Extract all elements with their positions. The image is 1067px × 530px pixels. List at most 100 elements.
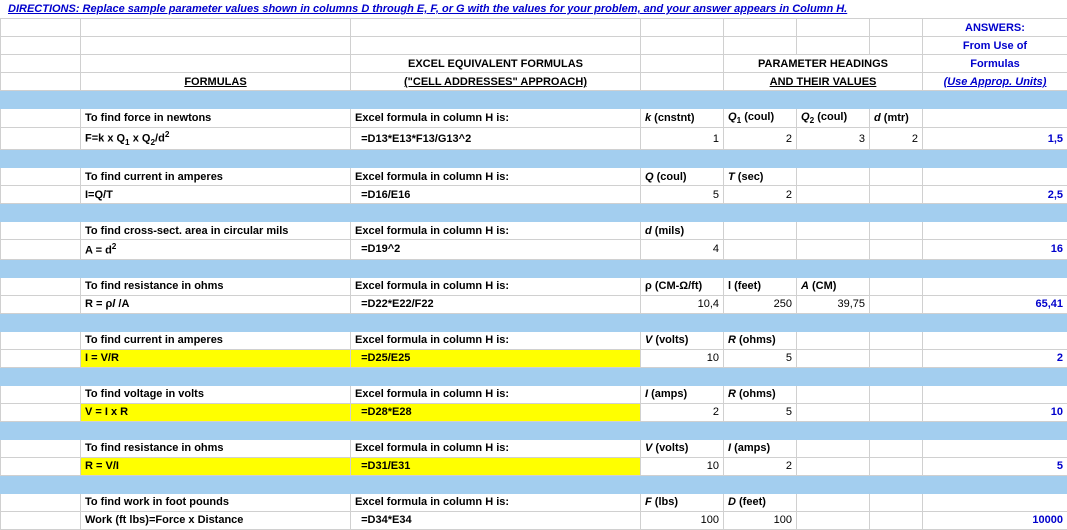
header-row-2: From Use of bbox=[1, 37, 1067, 55]
answers-header-3: Formulas bbox=[923, 55, 1067, 73]
section-value-row: A = d2 =D19^2416 bbox=[1, 240, 1067, 260]
header-row-1: ANSWERS: bbox=[1, 19, 1067, 37]
section-label-row: To find voltage in voltsExcel formula in… bbox=[1, 385, 1067, 403]
excel-formula-cell: =D34*E34 bbox=[351, 511, 641, 529]
value-g[interactable] bbox=[870, 240, 923, 260]
value-d[interactable]: 2 bbox=[641, 403, 724, 421]
value-d[interactable]: 10,4 bbox=[641, 295, 724, 313]
formula-table: ANSWERS: From Use of EXCEL EQUIVALENT FO… bbox=[0, 18, 1067, 530]
section-value-row: V = I x R =D28*E282510 bbox=[1, 403, 1067, 421]
section-value-row: I=Q/T =D16/E16522,5 bbox=[1, 186, 1067, 204]
answers-header-2: From Use of bbox=[923, 37, 1067, 55]
param-label-f bbox=[797, 331, 870, 349]
value-g[interactable] bbox=[870, 349, 923, 367]
value-e[interactable]: 250 bbox=[724, 295, 797, 313]
param-label-g bbox=[870, 331, 923, 349]
param-label-d: V (volts) bbox=[641, 331, 724, 349]
excel-label-cell: Excel formula in column H is: bbox=[351, 331, 641, 349]
description-cell: To find cross-sect. area in circular mil… bbox=[81, 222, 351, 240]
value-d[interactable]: 10 bbox=[641, 457, 724, 475]
value-d[interactable]: 4 bbox=[641, 240, 724, 260]
value-e[interactable]: 2 bbox=[724, 457, 797, 475]
param-label-g bbox=[870, 493, 923, 511]
value-g[interactable] bbox=[870, 295, 923, 313]
value-e[interactable]: 100 bbox=[724, 511, 797, 529]
directions-label: DIRECTIONS: bbox=[8, 3, 80, 15]
param-label-d: F (lbs) bbox=[641, 493, 724, 511]
header-row-3: EXCEL EQUIVALENT FORMULAS PARAMETER HEAD… bbox=[1, 55, 1067, 73]
section-value-row: I = V/R =D25/E251052 bbox=[1, 349, 1067, 367]
formula-cell: Work (ft lbs)=Force x Distance bbox=[81, 511, 351, 529]
value-f[interactable] bbox=[797, 186, 870, 204]
value-f[interactable]: 3 bbox=[797, 128, 870, 150]
value-e[interactable]: 5 bbox=[724, 403, 797, 421]
param-label-e: I (amps) bbox=[724, 439, 797, 457]
value-g[interactable] bbox=[870, 403, 923, 421]
formula-cell: R = V/I bbox=[81, 457, 351, 475]
param-label-g bbox=[870, 439, 923, 457]
params-header-2: AND THEIR VALUES bbox=[724, 73, 923, 91]
blue-band bbox=[1, 204, 1067, 222]
value-f[interactable]: 39,75 bbox=[797, 295, 870, 313]
excel-label-cell: Excel formula in column H is: bbox=[351, 385, 641, 403]
value-d[interactable]: 100 bbox=[641, 511, 724, 529]
blue-band bbox=[1, 91, 1067, 109]
answer-cell: 16 bbox=[923, 240, 1067, 260]
value-g[interactable] bbox=[870, 457, 923, 475]
description-cell: To find resistance in ohms bbox=[81, 277, 351, 295]
value-g[interactable]: 2 bbox=[870, 128, 923, 150]
value-f[interactable] bbox=[797, 511, 870, 529]
formula-cell: F=k x Q1 x Q2/d2 bbox=[81, 128, 351, 150]
value-g[interactable] bbox=[870, 511, 923, 529]
description-cell: To find resistance in ohms bbox=[81, 439, 351, 457]
value-f[interactable] bbox=[797, 349, 870, 367]
formula-cell: A = d2 bbox=[81, 240, 351, 260]
description-cell: To find work in foot pounds bbox=[81, 493, 351, 511]
section-value-row: R = V/I =D31/E311025 bbox=[1, 457, 1067, 475]
section-label-row: To find force in newtonsExcel formula in… bbox=[1, 109, 1067, 128]
answer-cell: 10000 bbox=[923, 511, 1067, 529]
value-f[interactable] bbox=[797, 457, 870, 475]
directions-text: DIRECTIONS: Replace sample parameter val… bbox=[0, 0, 1067, 18]
section-label-row: To find resistance in ohmsExcel formula … bbox=[1, 439, 1067, 457]
value-g[interactable] bbox=[870, 186, 923, 204]
excel-header-2: ("CELL ADDRESSES" APPROACH) bbox=[351, 73, 641, 91]
param-label-e bbox=[724, 222, 797, 240]
value-e[interactable]: 5 bbox=[724, 349, 797, 367]
param-label-d: d (mils) bbox=[641, 222, 724, 240]
param-label-f: A (CM) bbox=[797, 277, 870, 295]
description-cell: To find current in amperes bbox=[81, 168, 351, 186]
value-e[interactable] bbox=[724, 240, 797, 260]
excel-label-cell: Excel formula in column H is: bbox=[351, 109, 641, 128]
excel-label-cell: Excel formula in column H is: bbox=[351, 222, 641, 240]
formula-cell: R = ρl /A bbox=[81, 295, 351, 313]
answer-cell: 65,41 bbox=[923, 295, 1067, 313]
blue-band bbox=[1, 259, 1067, 277]
excel-formula-cell: =D25/E25 bbox=[351, 349, 641, 367]
param-label-g bbox=[870, 168, 923, 186]
excel-formula-cell: =D16/E16 bbox=[351, 186, 641, 204]
excel-header-1: EXCEL EQUIVALENT FORMULAS bbox=[351, 55, 641, 73]
description-cell: To find current in amperes bbox=[81, 331, 351, 349]
value-f[interactable] bbox=[797, 403, 870, 421]
excel-label-cell: Excel formula in column H is: bbox=[351, 493, 641, 511]
blue-band bbox=[1, 367, 1067, 385]
section-label-row: To find work in foot poundsExcel formula… bbox=[1, 493, 1067, 511]
section-value-row: R = ρl /A =D22*E22/F2210,425039,7565,41 bbox=[1, 295, 1067, 313]
description-cell: To find force in newtons bbox=[81, 109, 351, 128]
answer-cell: 5 bbox=[923, 457, 1067, 475]
excel-label-cell: Excel formula in column H is: bbox=[351, 439, 641, 457]
value-d[interactable]: 10 bbox=[641, 349, 724, 367]
params-header-1: PARAMETER HEADINGS bbox=[724, 55, 923, 73]
value-e[interactable]: 2 bbox=[724, 186, 797, 204]
answers-header-4: (Use Approp. Units) bbox=[923, 73, 1067, 91]
value-d[interactable]: 5 bbox=[641, 186, 724, 204]
value-e[interactable]: 2 bbox=[724, 128, 797, 150]
param-label-d: V (volts) bbox=[641, 439, 724, 457]
formulas-header: FORMULAS bbox=[81, 73, 351, 91]
param-label-d: ρ (CM-Ω/ft) bbox=[641, 277, 724, 295]
value-d[interactable]: 1 bbox=[641, 128, 724, 150]
value-f[interactable] bbox=[797, 240, 870, 260]
excel-label-cell: Excel formula in column H is: bbox=[351, 168, 641, 186]
section-label-row: To find resistance in ohmsExcel formula … bbox=[1, 277, 1067, 295]
